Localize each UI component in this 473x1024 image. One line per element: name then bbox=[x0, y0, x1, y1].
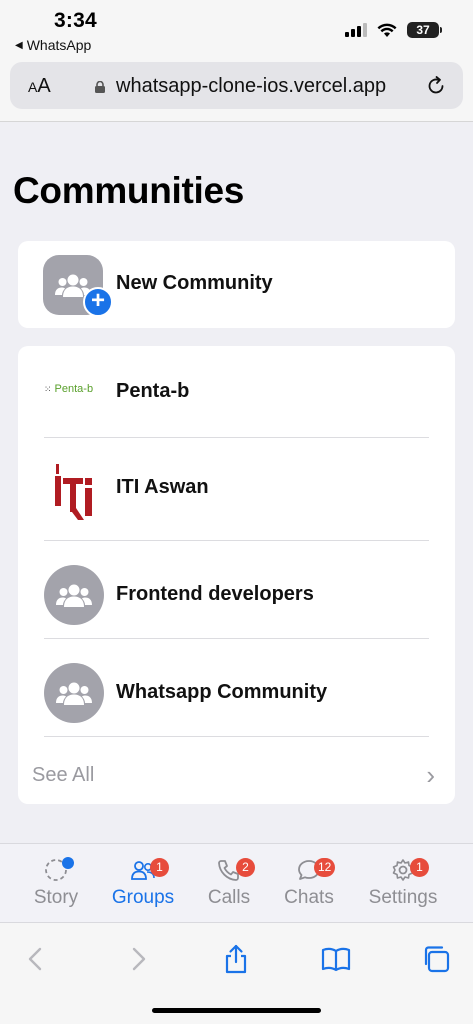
iti-logo bbox=[55, 464, 92, 520]
wifi-icon bbox=[377, 23, 397, 37]
tab-label: Groups bbox=[111, 887, 175, 908]
bookmarks-icon[interactable] bbox=[320, 943, 352, 975]
new-community-label: New Community bbox=[116, 272, 273, 294]
community-item-iti-aswan[interactable]: ITI Aswan bbox=[18, 438, 455, 540]
chevron-right-icon: › bbox=[426, 760, 435, 790]
text-size-button[interactable]: AA bbox=[28, 75, 51, 98]
status-icons: 37 bbox=[345, 22, 442, 38]
story-unread-dot bbox=[62, 857, 74, 869]
battery-indicator: 37 bbox=[407, 22, 442, 38]
calls-badge: 2 bbox=[236, 858, 255, 877]
plus-icon: + bbox=[83, 287, 113, 317]
community-group-icon bbox=[56, 682, 92, 705]
new-community-avatar: + bbox=[43, 255, 113, 317]
back-arrow-icon[interactable] bbox=[20, 943, 52, 975]
back-app-label: WhatsApp bbox=[26, 37, 92, 53]
community-name: Penta-b bbox=[116, 380, 190, 402]
community-name: Frontend developers bbox=[116, 583, 314, 605]
url-text[interactable]: whatsapp-clone-ios.vercel.app bbox=[116, 75, 386, 98]
tab-story[interactable]: Story bbox=[20, 844, 92, 923]
lock-icon bbox=[95, 81, 105, 93]
back-triangle-icon: ◀ bbox=[15, 39, 23, 51]
chats-badge: 12 bbox=[314, 858, 336, 877]
see-all-label: See All bbox=[32, 764, 95, 786]
tab-label: Story bbox=[33, 887, 79, 908]
back-to-app-link[interactable]: ◀ WhatsApp bbox=[15, 37, 91, 53]
reload-icon[interactable] bbox=[425, 75, 447, 97]
divider bbox=[44, 736, 429, 737]
share-icon[interactable] bbox=[220, 943, 252, 975]
status-bar: 3:34 ◀ WhatsApp 37 bbox=[0, 0, 473, 58]
browser-address-area: AA whatsapp-clone-ios.vercel.app bbox=[0, 58, 473, 122]
tab-settings[interactable]: 1 Settings bbox=[364, 844, 442, 923]
clock: 3:34 bbox=[54, 9, 97, 32]
penta-b-logo-text: Penta-b bbox=[54, 383, 94, 395]
community-group-icon bbox=[56, 584, 92, 607]
page-title: Communities bbox=[13, 170, 245, 211]
penta-b-logo: ⁙ Penta-b bbox=[44, 380, 104, 398]
home-indicator bbox=[152, 1008, 321, 1013]
tab-chats[interactable]: 12 Chats bbox=[276, 844, 342, 923]
tab-label: Calls bbox=[207, 887, 251, 908]
tab-label: Chats bbox=[284, 887, 334, 908]
settings-badge: 1 bbox=[410, 858, 429, 877]
see-all-button[interactable]: See All › bbox=[18, 738, 455, 802]
forward-arrow-icon[interactable] bbox=[122, 943, 154, 975]
groups-badge: 1 bbox=[150, 858, 169, 877]
tab-bar: Story 1 Groups 2 Calls 12 Chats 1 Settin… bbox=[0, 843, 473, 922]
community-item-frontend-developers[interactable]: Frontend developers bbox=[18, 541, 455, 638]
community-item-penta-b[interactable]: ⁙ Penta-b Penta-b bbox=[18, 346, 455, 437]
community-name: ITI Aswan bbox=[116, 476, 209, 498]
community-item-whatsapp-community[interactable]: Whatsapp Community bbox=[18, 639, 455, 736]
address-bar[interactable]: AA whatsapp-clone-ios.vercel.app bbox=[10, 62, 463, 109]
cellular-signal-icon bbox=[345, 23, 367, 37]
tab-label: Settings bbox=[368, 887, 438, 908]
communities-list: ⁙ Penta-b Penta-b ITI Aswan Frontend dev… bbox=[18, 346, 455, 804]
tabs-overview-icon[interactable] bbox=[421, 943, 453, 975]
tab-calls[interactable]: 2 Calls bbox=[196, 844, 262, 923]
new-community-card: + New Community bbox=[18, 241, 455, 328]
community-name: Whatsapp Community bbox=[116, 681, 328, 703]
tab-groups[interactable]: 1 Groups bbox=[104, 844, 182, 923]
community-avatar bbox=[44, 663, 104, 723]
new-community-button[interactable]: + New Community bbox=[18, 241, 455, 328]
penta-b-logo-mark: ⁙ bbox=[44, 383, 52, 394]
community-avatar bbox=[44, 565, 104, 625]
